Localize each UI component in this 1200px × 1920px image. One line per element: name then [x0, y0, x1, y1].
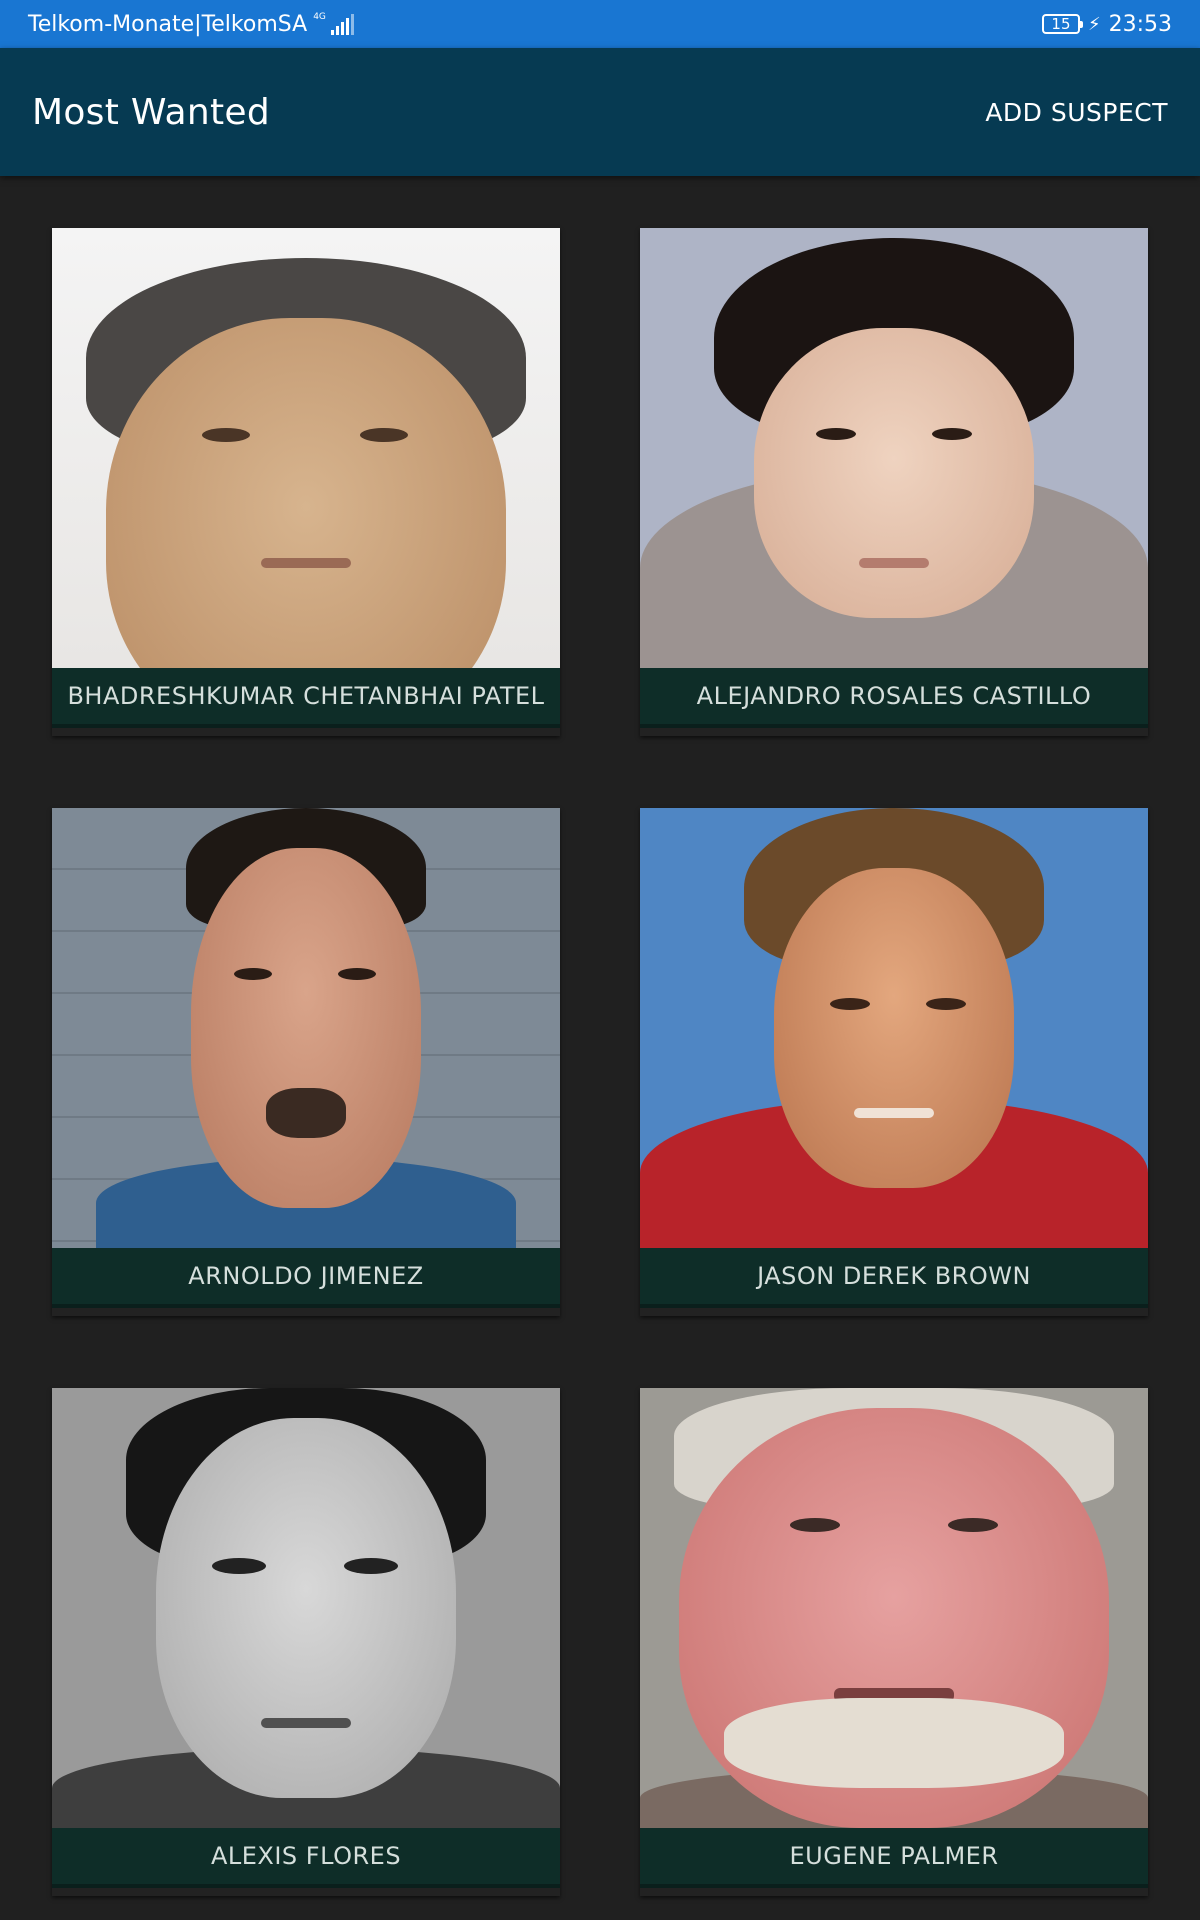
signal-icon: 4G [313, 13, 354, 35]
app-bar: Most Wanted ADD SUSPECT [0, 48, 1200, 176]
suspect-photo [640, 808, 1148, 1248]
suspect-grid: BHADRESHKUMAR CHETANBHAI PATEL ALEJANDRO… [52, 228, 1148, 1896]
clock: 23:53 [1108, 11, 1172, 37]
suspect-card[interactable]: BHADRESHKUMAR CHETANBHAI PATEL [52, 228, 560, 736]
page-title: Most Wanted [32, 91, 270, 133]
battery-level: 15 [1051, 15, 1071, 33]
status-left: Telkom-Monate|TelkomSA 4G [28, 12, 354, 37]
suspect-name: BHADRESHKUMAR CHETANBHAI PATEL [52, 668, 560, 728]
suspect-photo [52, 1388, 560, 1828]
suspect-name: JASON DEREK BROWN [640, 1248, 1148, 1308]
status-right: 15 ⚡ 23:53 [1041, 11, 1172, 37]
suspect-name: ALEJANDRO ROSALES CASTILLO [640, 668, 1148, 728]
suspect-card[interactable]: JASON DEREK BROWN [640, 808, 1148, 1316]
battery-icon: 15 [1041, 14, 1083, 34]
carrier-label: Telkom-Monate|TelkomSA [28, 11, 308, 37]
charging-icon: ⚡ [1087, 13, 1101, 35]
suspect-card[interactable]: ARNOLDO JIMENEZ [52, 808, 560, 1316]
suspect-photo [52, 228, 560, 668]
suspect-photo [52, 808, 560, 1248]
network-type: 4G [313, 12, 326, 22]
suspect-name: ALEXIS FLORES [52, 1828, 560, 1888]
suspect-photo [640, 1388, 1148, 1828]
suspect-photo [640, 228, 1148, 668]
status-bar: Telkom-Monate|TelkomSA 4G 15 ⚡ 23:53 [0, 0, 1200, 48]
suspect-card[interactable]: ALEJANDRO ROSALES CASTILLO [640, 228, 1148, 736]
suspect-name: ARNOLDO JIMENEZ [52, 1248, 560, 1308]
add-suspect-button[interactable]: ADD SUSPECT [985, 88, 1168, 137]
suspect-card[interactable]: EUGENE PALMER [640, 1388, 1148, 1896]
suspect-name: EUGENE PALMER [640, 1828, 1148, 1888]
suspect-card[interactable]: ALEXIS FLORES [52, 1388, 560, 1896]
